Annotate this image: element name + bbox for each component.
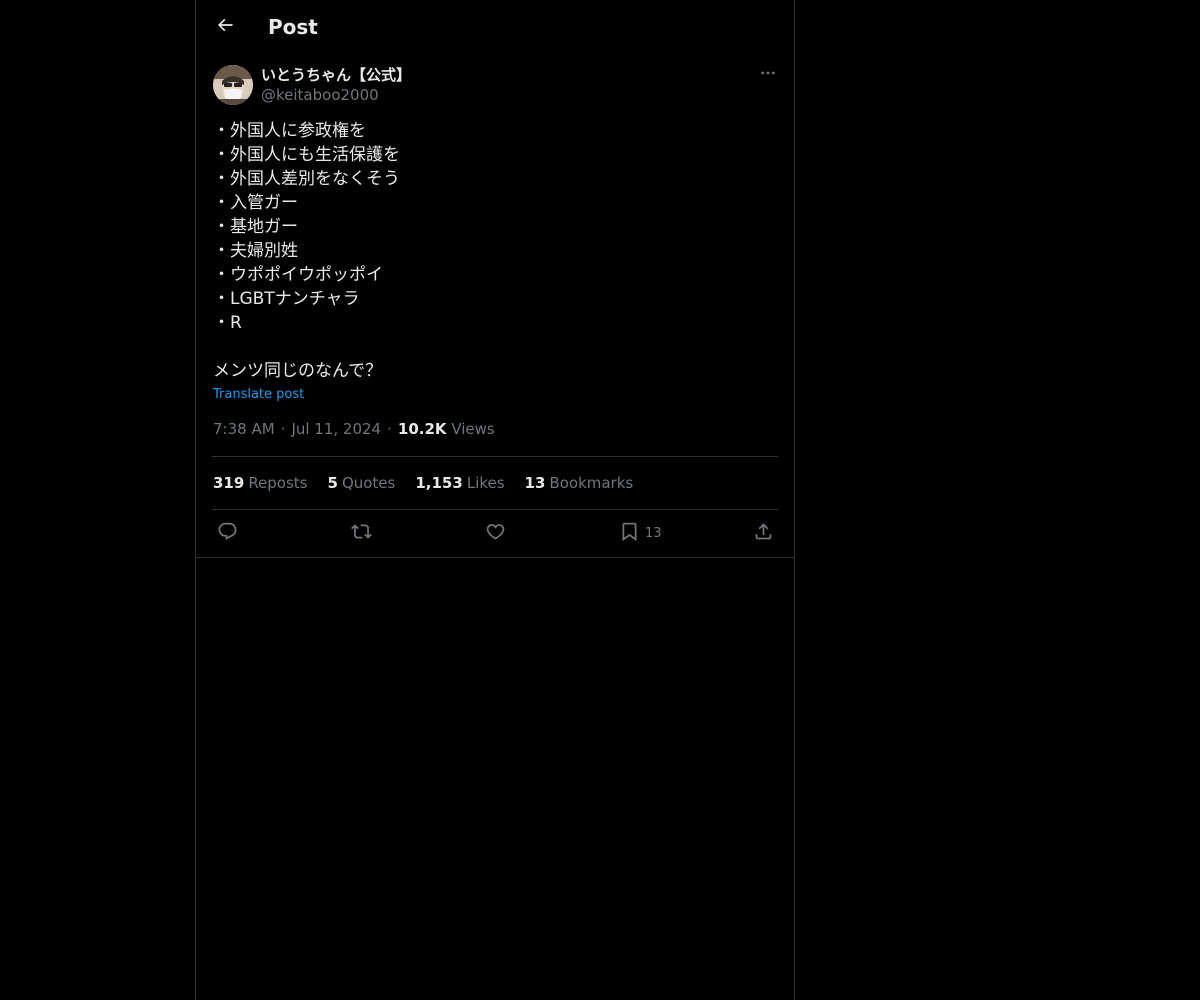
quotes-count: 5: [327, 474, 338, 492]
likes-label: Likes: [466, 474, 505, 492]
divider: [212, 509, 778, 510]
meta-separator: ·: [280, 420, 286, 438]
views-label: Views: [451, 420, 495, 438]
post-text-line: ・LGBTナンチャラ: [213, 289, 360, 309]
post-text: ・外国人に参政権を ・外国人にも生活保護を ・外国人差別をなくそう ・入管ガー …: [213, 119, 773, 383]
post-text-line: ・入管ガー: [213, 193, 298, 213]
author-handle[interactable]: @keitaboo2000: [261, 85, 379, 105]
back-button[interactable]: [208, 10, 242, 44]
post-text-line: メンツ同じのなんで？: [213, 361, 383, 381]
post-text-line: ・R: [213, 313, 242, 333]
post-text-line: ・外国人にも生活保護を: [213, 145, 400, 165]
bookmarks-stat[interactable]: 13 Bookmarks: [525, 473, 634, 493]
bookmarks-count: 13: [524, 474, 546, 492]
quotes-stat[interactable]: 5 Quotes: [328, 473, 396, 493]
repost-icon: [351, 521, 372, 546]
reposts-stat[interactable]: 319 Reposts: [213, 473, 308, 493]
quotes-label: Quotes: [341, 474, 396, 492]
divider: [212, 456, 778, 457]
more-horizontal-icon: [759, 64, 777, 86]
reply-button[interactable]: [217, 521, 238, 545]
post-text-line: [213, 335, 773, 359]
likes-stat[interactable]: 1,153 Likes: [415, 473, 504, 493]
post-text-line: ・外国人差別をなくそう: [213, 169, 400, 189]
bookmark-count: 13: [645, 525, 662, 541]
views-count: 10.2K: [397, 420, 447, 438]
meta-separator: ·: [387, 420, 392, 438]
post-meta: 7:38 AM · Jul 11, 2024 · 10.2K Views: [213, 419, 495, 439]
reply-icon: [217, 521, 238, 546]
arrow-left-icon: [215, 15, 235, 39]
post-text-line: ・基地ガー: [213, 217, 298, 237]
translate-post-link[interactable]: Translate post: [213, 385, 304, 405]
post-text-line: ・ウポポイウポッポイ: [213, 265, 383, 285]
post-text-line: ・夫婦別姓: [213, 241, 298, 261]
bookmarks-label: Bookmarks: [549, 474, 634, 492]
likes-count: 1,153: [415, 474, 463, 492]
heart-icon: [485, 521, 506, 546]
avatar[interactable]: [213, 65, 253, 105]
author-display-name[interactable]: いとうちゃん【公式】: [261, 65, 411, 85]
bookmark-icon: [619, 521, 640, 546]
repost-button[interactable]: [351, 521, 372, 545]
reposts-count: 319: [213, 474, 245, 492]
post-stats: 319 Reposts 5 Quotes 1,153 Likes 13 Bookmark…: [213, 473, 633, 493]
share-icon: [753, 521, 774, 546]
post-text-line: ・外国人に参政権を: [213, 121, 366, 141]
post: いとうちゃん【公式】 @keitaboo2000 ・外国人に参政権を ・外国人に…: [196, 53, 794, 558]
post-date[interactable]: Jul 11, 2024: [291, 420, 381, 438]
post-time[interactable]: 7:38 AM: [213, 420, 275, 438]
share-button[interactable]: [753, 521, 774, 545]
reposts-label: Reposts: [248, 474, 308, 492]
bookmark-button[interactable]: 13: [619, 521, 662, 545]
action-bar: 13: [196, 511, 794, 555]
main-column: Post いとうちゃん【公式】 @keitaboo2000 ・外国人に参政権を: [195, 0, 795, 1000]
page-header: Post: [196, 0, 794, 53]
page-title: Post: [268, 15, 318, 39]
like-button[interactable]: [485, 521, 506, 545]
more-button[interactable]: [756, 65, 780, 85]
